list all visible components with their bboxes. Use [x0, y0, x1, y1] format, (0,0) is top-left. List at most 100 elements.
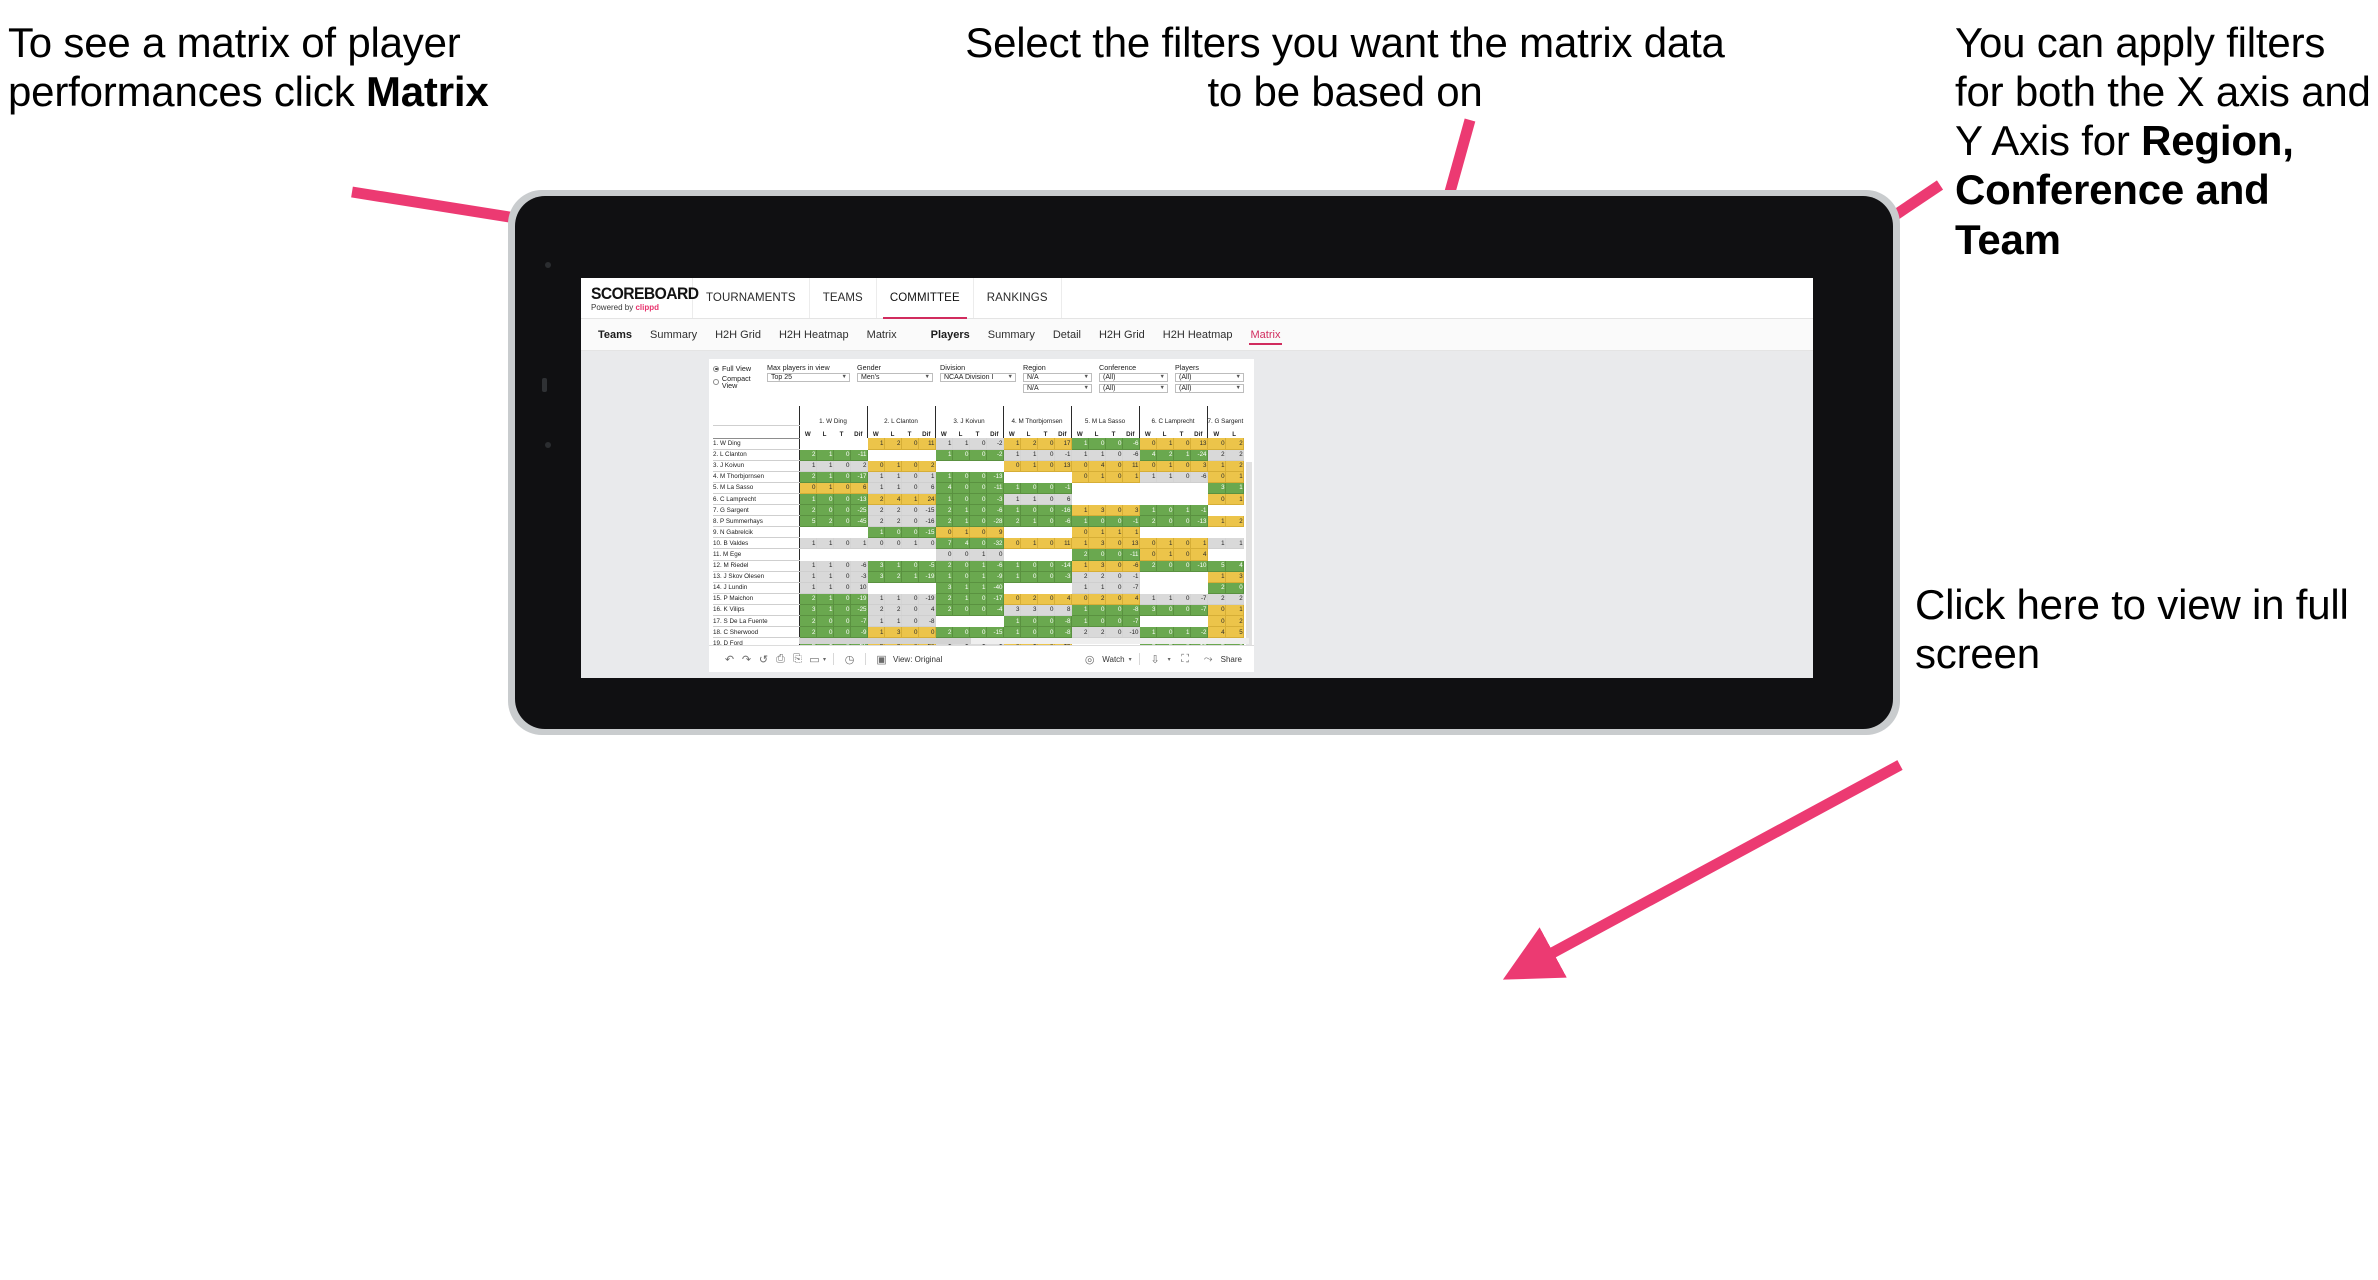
- matrix-cell[interactable]: 2: [798, 449, 817, 461]
- matrix-cell[interactable]: 3: [1088, 504, 1106, 517]
- players-tab-matrix[interactable]: Matrix: [1242, 319, 1290, 350]
- matrix-cell[interactable]: 1: [1070, 582, 1089, 594]
- matrix-cell[interactable]: 4: [1138, 449, 1157, 461]
- matrix-cell[interactable]: -25: [850, 604, 868, 617]
- matrix-cell[interactable]: 1: [866, 593, 885, 605]
- matrix-cell[interactable]: 0: [833, 560, 851, 572]
- matrix-cell[interactable]: -6: [1054, 515, 1072, 528]
- matrix-cell[interactable]: 0: [1088, 438, 1106, 450]
- matrix-cell[interactable]: 1: [1225, 471, 1244, 483]
- matrix-row-header[interactable]: 12. M Riedel: [713, 560, 799, 572]
- players-tab-summary[interactable]: Summary: [979, 319, 1044, 350]
- matrix-cell[interactable]: 0: [833, 604, 851, 617]
- matrix-cell[interactable]: 2: [1088, 571, 1106, 583]
- matrix-cell[interactable]: 1: [1070, 560, 1089, 572]
- view-original-button[interactable]: ▣ View: Original: [873, 651, 942, 668]
- players-tab-detail[interactable]: Detail: [1044, 319, 1090, 350]
- matrix-cell[interactable]: 0: [1070, 471, 1089, 483]
- matrix-cell[interactable]: 0: [1037, 593, 1055, 605]
- matrix-cell[interactable]: 1: [1020, 460, 1038, 472]
- matrix-cell[interactable]: 1: [816, 604, 834, 617]
- matrix-cell[interactable]: 1: [934, 449, 953, 461]
- filter-division-select[interactable]: NCAA Division I ▼: [940, 372, 1016, 383]
- matrix-cell[interactable]: 0: [952, 571, 970, 583]
- matrix-cell[interactable]: 4: [1088, 460, 1106, 472]
- matrix-cell[interactable]: 0: [1020, 571, 1038, 583]
- matrix-row-header[interactable]: 16. K Vilips: [713, 604, 799, 617]
- matrix-row-header[interactable]: 2. L Clanton: [713, 449, 799, 461]
- matrix-column-header[interactable]: 2. L Clanton: [866, 406, 935, 425]
- matrix-cell[interactable]: 0: [1037, 438, 1055, 450]
- matrix-cell[interactable]: -6: [986, 560, 1004, 572]
- matrix-cell[interactable]: -8: [1054, 626, 1072, 639]
- matrix-cell[interactable]: 3: [1225, 571, 1244, 583]
- matrix-cell[interactable]: 0: [1070, 593, 1089, 605]
- matrix-cell[interactable]: 0: [1105, 438, 1123, 450]
- matrix-cell[interactable]: -8: [1122, 604, 1140, 617]
- matrix-cell[interactable]: 2: [1020, 438, 1038, 450]
- matrix-cell[interactable]: 0: [969, 537, 987, 550]
- matrix-cell[interactable]: 2: [798, 504, 817, 517]
- matrix-cell[interactable]: -6: [1190, 471, 1208, 483]
- matrix-cell[interactable]: -17: [986, 593, 1004, 605]
- matrix-cell[interactable]: 4: [884, 493, 902, 506]
- matrix-cell[interactable]: 1: [798, 582, 817, 594]
- matrix-cell[interactable]: 1: [816, 593, 834, 605]
- matrix-cell[interactable]: 2: [884, 515, 902, 528]
- matrix-cell[interactable]: 0: [1173, 460, 1191, 472]
- matrix-cell[interactable]: 4: [918, 604, 936, 617]
- matrix-cell[interactable]: 1: [1156, 438, 1174, 450]
- matrix-cell[interactable]: 1: [1206, 537, 1226, 550]
- matrix-cell[interactable]: 4: [1190, 548, 1208, 561]
- matrix-cell[interactable]: -6: [1122, 560, 1140, 572]
- matrix-cell[interactable]: 0: [1037, 560, 1055, 572]
- filter-max-players-select[interactable]: Top 25 ▼: [767, 372, 850, 383]
- matrix-cell[interactable]: 1: [884, 482, 902, 494]
- matrix-cell[interactable]: 1: [816, 471, 834, 483]
- matrix-cell[interactable]: 11: [1122, 460, 1140, 472]
- nav-committee[interactable]: COMMITTEE: [877, 278, 974, 319]
- matrix-cell[interactable]: 0: [952, 626, 970, 639]
- matrix-cell[interactable]: 0: [1156, 560, 1174, 572]
- matrix-cell[interactable]: 0: [969, 482, 987, 494]
- matrix-cell[interactable]: 1: [1070, 615, 1089, 628]
- matrix-cell[interactable]: 1: [1225, 537, 1244, 550]
- matrix-cell[interactable]: -24: [1190, 449, 1208, 461]
- matrix-cell[interactable]: 0: [1206, 438, 1226, 450]
- matrix-cell[interactable]: 0: [969, 504, 987, 517]
- matrix-cell[interactable]: 2: [884, 571, 902, 583]
- matrix-cell[interactable]: 0: [816, 615, 834, 628]
- volume-button[interactable]: [542, 378, 547, 392]
- teams-tab-h2h-heatmap[interactable]: H2H Heatmap: [770, 319, 858, 350]
- matrix-cell[interactable]: 3: [866, 571, 885, 583]
- nav-rankings[interactable]: RANKINGS: [974, 278, 1062, 318]
- matrix-cell[interactable]: 13: [1054, 460, 1072, 472]
- matrix-cell[interactable]: 0: [1173, 471, 1191, 483]
- matrix-cell[interactable]: 1: [816, 460, 834, 472]
- matrix-cell[interactable]: 0: [1105, 504, 1123, 517]
- matrix-cell[interactable]: -45: [850, 515, 868, 528]
- matrix-cell[interactable]: 1: [1002, 615, 1021, 628]
- matrix-cell[interactable]: 2: [934, 515, 953, 528]
- matrix-cell[interactable]: 0: [986, 548, 1004, 561]
- matrix-cell[interactable]: 1: [934, 471, 953, 483]
- matrix-cell[interactable]: 1: [1173, 504, 1191, 517]
- matrix-cell[interactable]: 0: [901, 526, 919, 539]
- matrix-cell[interactable]: 0: [1037, 537, 1055, 550]
- matrix-cell[interactable]: 0: [1138, 537, 1157, 550]
- matrix-row-header[interactable]: 15. P Maichon: [713, 593, 799, 605]
- matrix-cell[interactable]: 2: [1070, 626, 1089, 639]
- matrix-cell[interactable]: 0: [952, 482, 970, 494]
- matrix-cell[interactable]: 6: [850, 482, 868, 494]
- matrix-cell[interactable]: 3: [798, 604, 817, 617]
- matrix-cell[interactable]: 0: [1206, 493, 1226, 506]
- matrix-cell[interactable]: 0: [1020, 615, 1038, 628]
- matrix-cell[interactable]: 1: [850, 537, 868, 550]
- matrix-cell[interactable]: 1: [901, 493, 919, 506]
- matrix-cell[interactable]: 1: [816, 482, 834, 494]
- matrix-cell[interactable]: 1: [816, 571, 834, 583]
- filter-gender-select[interactable]: Men's ▼: [857, 372, 933, 383]
- matrix-cell[interactable]: 0: [952, 548, 970, 561]
- matrix-cell[interactable]: 1: [816, 449, 834, 461]
- matrix-cell[interactable]: 0: [969, 604, 987, 617]
